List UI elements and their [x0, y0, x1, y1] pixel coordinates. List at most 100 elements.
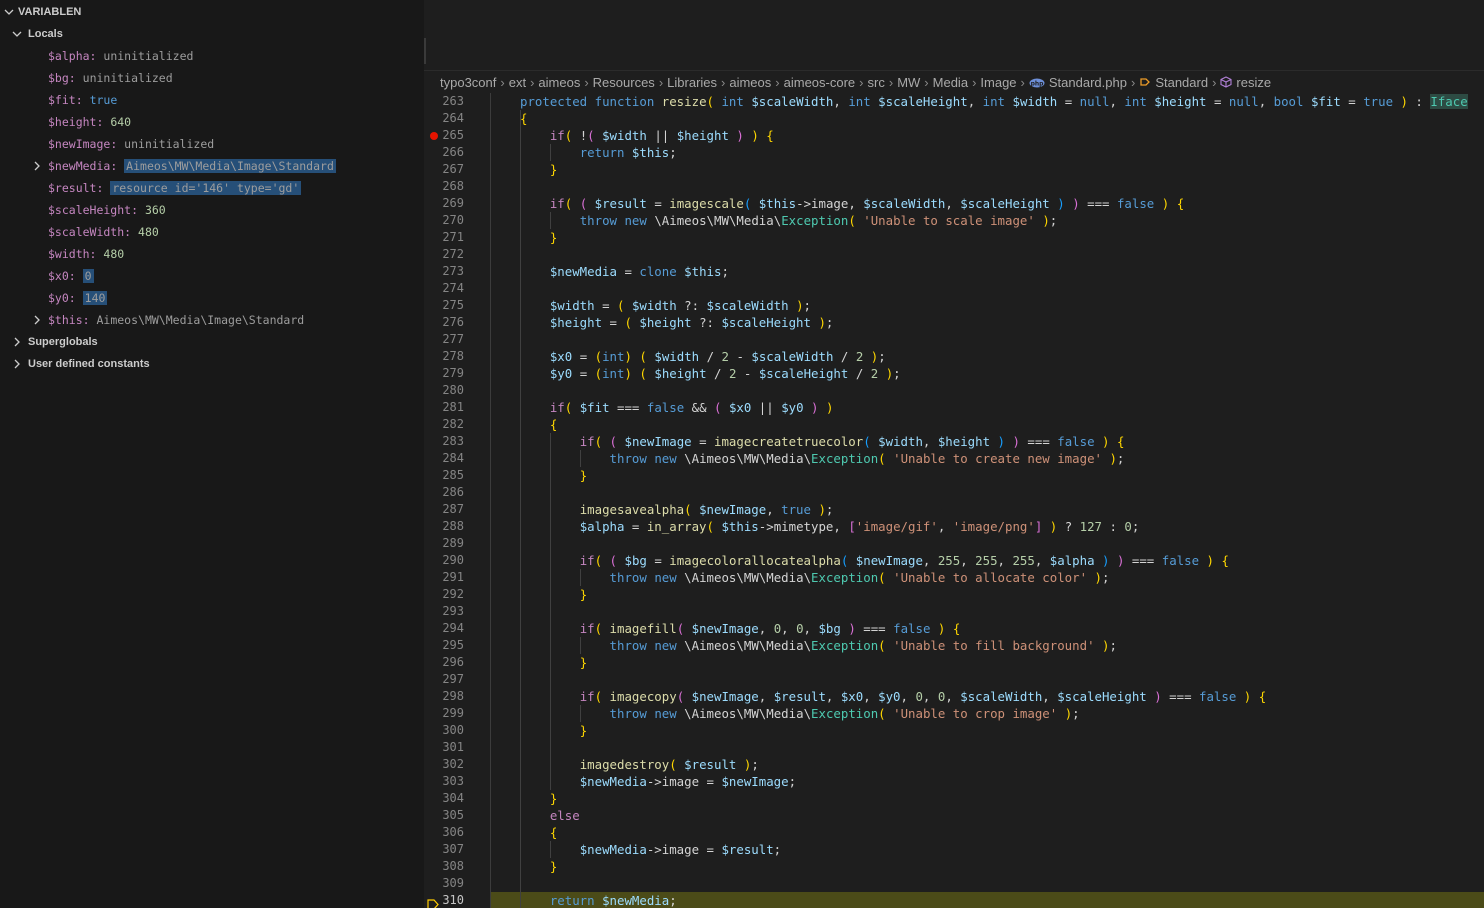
code-line[interactable]: } — [520, 858, 557, 875]
code-line[interactable]: } — [520, 467, 587, 484]
code-line[interactable]: throw new \Aimeos\MW\Media\Exception( 'U… — [520, 637, 1117, 654]
variable-name: $scaleHeight — [48, 203, 132, 217]
code-line[interactable]: $height = ( $height ?: $scaleHeight ); — [520, 314, 834, 331]
chevron-right-icon: › — [658, 75, 664, 90]
line-number: 309 — [442, 876, 464, 890]
code-line[interactable]: if( !( $width || $height ) ) { — [520, 127, 774, 144]
variable-row[interactable]: $height: 640 — [0, 111, 424, 133]
chevron-right-icon: › — [775, 75, 780, 90]
breadcrumb-label: Image — [980, 75, 1017, 90]
line-number: 286 — [442, 485, 464, 499]
breadcrumb-label: aimeos-core — [783, 75, 856, 90]
variables-section-title: VARIABLEN — [18, 6, 82, 18]
code-editor: typo3conf › ext › aimeos › Resources › Libraries… — [424, 0, 1484, 908]
variable-row[interactable]: $fit: true — [0, 89, 424, 111]
code-line[interactable]: return $this; — [520, 144, 677, 161]
scope-superglobals[interactable]: Superglobals — [0, 331, 424, 353]
chevron-right-icon[interactable] — [32, 315, 42, 325]
chevron-right-icon: › — [530, 75, 535, 90]
variables-section-header[interactable]: VARIABLEN — [0, 3, 424, 21]
code-line[interactable]: if( ( $bg = imagecolorallocatealpha( $ne… — [520, 552, 1229, 569]
breadcrumb-item[interactable]: Resources — [593, 75, 655, 90]
breadcrumb-item[interactable]: Media — [933, 75, 968, 90]
code-line[interactable]: if( $fit === false && ( $x0 || $y0 ) ) — [520, 399, 834, 416]
variable-row[interactable]: $newMedia: Aimeos\MW\Media\Image\Standar… — [0, 155, 424, 177]
code-line[interactable]: imagedestroy( $result ); — [520, 756, 759, 773]
code-line[interactable]: { — [520, 110, 527, 127]
breadcrumb-label: typo3conf — [440, 75, 497, 90]
code-line[interactable]: { — [520, 416, 557, 433]
code-line[interactable]: } — [520, 790, 557, 807]
breakpoint-icon[interactable] — [430, 132, 438, 140]
scope-user-constants[interactable]: User defined constants — [0, 353, 424, 375]
code-line[interactable]: $y0 = (int) ( $height / 2 - $scaleHeight… — [520, 365, 901, 382]
code-line[interactable]: } — [520, 229, 557, 246]
chevron-right-icon: › — [1212, 75, 1217, 90]
code-line[interactable]: } — [520, 654, 587, 671]
code-line[interactable]: throw new \Aimeos\MW\Media\Exception( 'U… — [520, 569, 1110, 586]
code-line[interactable]: if( ( $result = imagescale( $this->image… — [520, 195, 1184, 212]
breadcrumb-item[interactable]: Image — [980, 75, 1016, 90]
variable-name: $result — [48, 181, 97, 195]
breadcrumb-item[interactable]: typo3conf — [440, 75, 496, 90]
svg-text:php: php — [1030, 80, 1044, 87]
line-number: 290 — [442, 553, 464, 567]
line-number: 298 — [442, 689, 464, 703]
code-line[interactable]: $x0 = (int) ( $width / 2 - $scaleWidth /… — [520, 348, 886, 365]
breadcrumb-item[interactable]: src — [868, 75, 885, 90]
code-line[interactable]: $newMedia->image = $result; — [520, 841, 781, 858]
code-line[interactable]: throw new \Aimeos\MW\Media\Exception( 'U… — [520, 705, 1080, 722]
variable-row[interactable]: $scaleHeight: 360 — [0, 199, 424, 221]
variable-row[interactable]: $scaleWidth: 480 — [0, 221, 424, 243]
breadcrumb-item[interactable]: aimeos-core — [784, 75, 856, 90]
breadcrumb-item[interactable]: MW — [897, 75, 920, 90]
code-line[interactable]: if( imagecopy( $newImage, $result, $x0, … — [520, 688, 1267, 705]
variable-row[interactable]: $x0: 0 — [0, 265, 424, 287]
variable-row[interactable]: $width: 480 — [0, 243, 424, 265]
code-line[interactable]: protected function resize( int $scaleWid… — [520, 93, 1468, 110]
chevron-right-icon[interactable] — [32, 161, 42, 171]
line-number: 268 — [442, 179, 464, 193]
line-number: 273 — [442, 264, 464, 278]
code-line[interactable]: imagesavealpha( $newImage, true ); — [520, 501, 834, 518]
line-number: 295 — [442, 638, 464, 652]
variable-name: $fit — [48, 93, 76, 107]
code-line[interactable]: } — [520, 586, 587, 603]
code-line[interactable]: throw new \Aimeos\MW\Media\Exception( 'U… — [520, 450, 1125, 467]
variable-row[interactable]: $y0: 140 — [0, 287, 424, 309]
line-number: 270 — [442, 213, 464, 227]
code-line[interactable]: if( ( $newImage = imagecreatetruecolor( … — [520, 433, 1125, 450]
line-number: 281 — [442, 400, 464, 414]
line-number: 280 — [442, 383, 464, 397]
code-line[interactable]: $newMedia->image = $newImage; — [520, 773, 796, 790]
variable-value: Aimeos\MW\Media\Image\Standard — [124, 159, 336, 173]
code-line[interactable]: } — [520, 722, 587, 739]
breadcrumb-item[interactable]: php Standard.php — [1029, 75, 1127, 90]
variable-row[interactable]: $alpha: uninitialized — [0, 45, 424, 67]
line-number: 287 — [442, 502, 464, 516]
variable-row[interactable]: $newImage: uninitialized — [0, 133, 424, 155]
breadcrumb-item[interactable]: resize — [1220, 75, 1271, 90]
variables-panel: VARIABLEN Locals $alpha: uninitialized $b… — [0, 0, 424, 908]
breadcrumb-item[interactable]: Standard — [1139, 75, 1208, 90]
code-line[interactable]: $width = ( $width ?: $scaleWidth ); — [520, 297, 811, 314]
line-number: 292 — [442, 587, 464, 601]
scope-user-constants-label: User defined constants — [28, 358, 150, 370]
code-line[interactable]: $newMedia = clone $this; — [520, 263, 729, 280]
variable-row[interactable]: $bg: uninitialized — [0, 67, 424, 89]
code-line[interactable]: return $newMedia; — [520, 892, 677, 908]
breadcrumb-item[interactable]: Libraries — [667, 75, 717, 90]
code-line[interactable]: throw new \Aimeos\MW\Media\Exception( 'U… — [520, 212, 1058, 229]
code-line[interactable]: if( imagefill( $newImage, 0, 0, $bg ) ==… — [520, 620, 961, 637]
breadcrumb-item[interactable]: aimeos — [538, 75, 580, 90]
breadcrumb-item[interactable]: ext — [509, 75, 526, 90]
breadcrumb-item[interactable]: aimeos — [729, 75, 771, 90]
chevron-right-icon: › — [924, 75, 929, 90]
code-line[interactable]: } — [520, 161, 557, 178]
code-line[interactable]: $alpha = in_array( $this->mimetype, ['im… — [520, 518, 1140, 535]
variable-row[interactable]: $this: Aimeos\MW\Media\Image\Standard — [0, 309, 424, 331]
code-line[interactable]: else — [520, 807, 580, 824]
code-line[interactable]: { — [520, 824, 557, 841]
variable-row[interactable]: $result: resource id='146' type='gd' — [0, 177, 424, 199]
scope-locals[interactable]: Locals — [0, 23, 424, 45]
